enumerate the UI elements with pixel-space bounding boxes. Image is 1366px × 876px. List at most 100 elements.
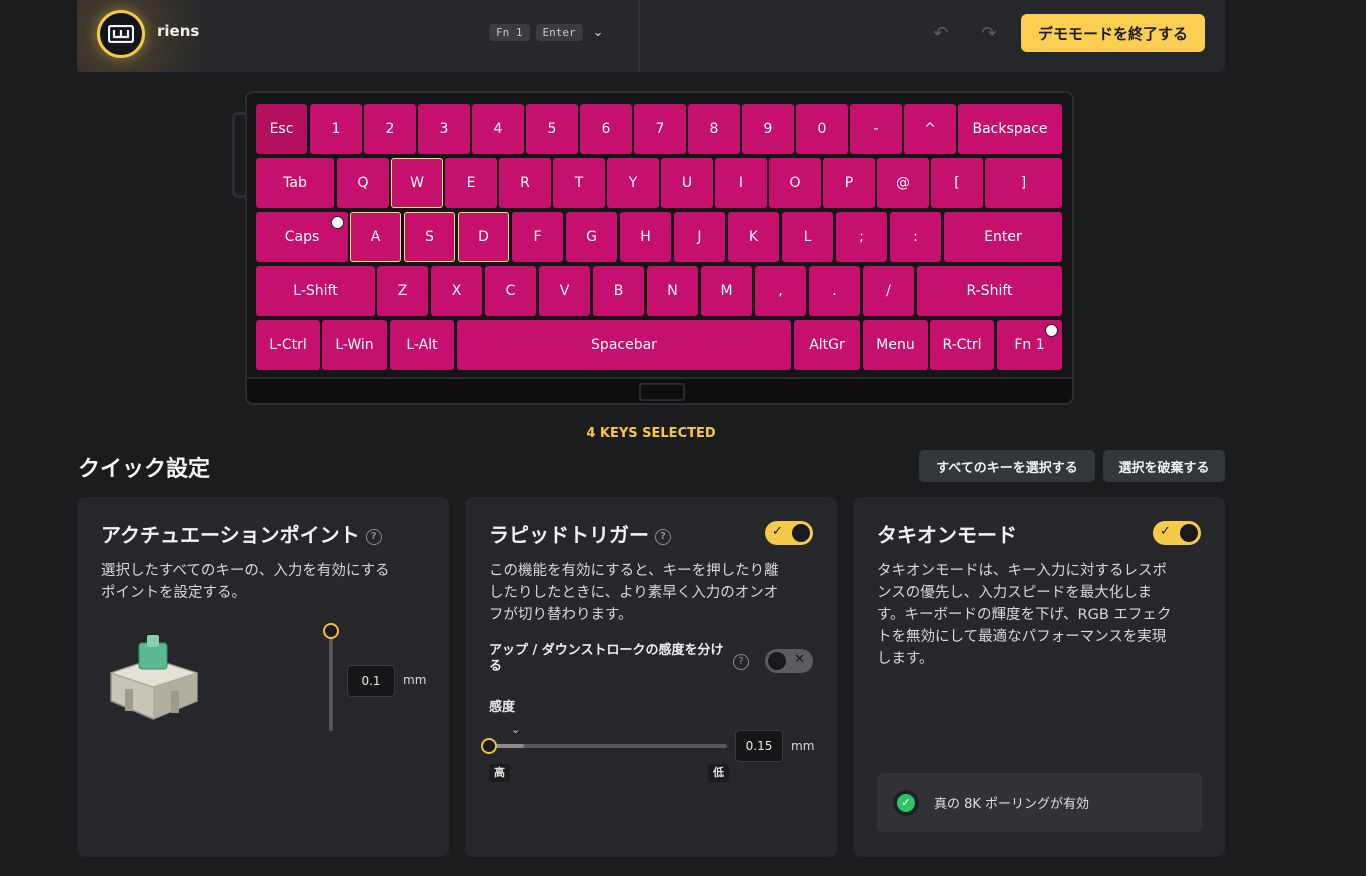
- key-8[interactable]: 8: [688, 104, 740, 154]
- key-p[interactable]: P: [823, 158, 875, 208]
- tachyon-desc-line: ンスの優先し、入力スピードを最大化しま: [877, 585, 1153, 601]
- key-6[interactable]: 6: [580, 104, 632, 154]
- key-z[interactable]: Z: [377, 266, 428, 316]
- split-sensitivity-toggle[interactable]: ✕: [765, 649, 813, 673]
- key-[interactable]: @: [877, 158, 929, 208]
- exit-demo-button[interactable]: デモモードを終了する: [1021, 14, 1205, 52]
- key-[interactable]: :: [890, 212, 941, 262]
- key-v[interactable]: V: [539, 266, 590, 316]
- actuation-unit: mm: [403, 673, 427, 687]
- key-[interactable]: ^: [904, 104, 956, 154]
- actuation-value-input[interactable]: [347, 665, 395, 697]
- tachyon-desc-line: トを無効にして最適なパフォーマンスを実現: [877, 629, 1167, 645]
- key-l[interactable]: L: [782, 212, 833, 262]
- rapid-trigger-toggle[interactable]: ✓: [765, 521, 813, 545]
- key-n[interactable]: N: [647, 266, 698, 316]
- key-a[interactable]: A: [350, 212, 401, 262]
- key-esc[interactable]: Esc: [256, 104, 307, 154]
- tachyon-desc-line: す。キーボードの輝度を下げ、RGB エフェク: [877, 607, 1172, 623]
- key-backspace[interactable]: Backspace: [958, 104, 1062, 154]
- key-menu[interactable]: Menu: [863, 320, 928, 370]
- key-m[interactable]: M: [701, 266, 752, 316]
- key-3[interactable]: 3: [418, 104, 470, 154]
- key-l-shift[interactable]: L-Shift: [256, 266, 375, 316]
- sensitivity-slider-handle[interactable]: [481, 738, 497, 754]
- rapid-trigger-desc-line: この機能を有効にすると、キーを押したり離: [489, 563, 779, 579]
- key-[interactable]: [: [931, 158, 983, 208]
- select-all-keys-button[interactable]: すべてのキーを選択する: [919, 450, 1095, 482]
- key-[interactable]: ,: [755, 266, 806, 316]
- key-[interactable]: ;: [836, 212, 887, 262]
- key-indicator-dot: [331, 216, 344, 229]
- key-i[interactable]: I: [715, 158, 767, 208]
- layer-selector[interactable]: Fn 1 Enter ⌄: [489, 24, 604, 41]
- key-7[interactable]: 7: [634, 104, 686, 154]
- key-r[interactable]: R: [499, 158, 551, 208]
- key-x[interactable]: X: [431, 266, 482, 316]
- sensitivity-slider[interactable]: [489, 744, 727, 748]
- key-[interactable]: ]: [985, 158, 1062, 208]
- toggle-knob: [1180, 524, 1198, 542]
- quick-settings-title: クイック設定: [78, 457, 211, 482]
- help-icon[interactable]: ?: [655, 528, 671, 545]
- polling-status-text: 真の 8K ポーリングが有効: [934, 797, 1090, 812]
- redo-icon[interactable]: ↷: [977, 22, 1001, 46]
- sensitivity-value-input[interactable]: [735, 730, 783, 762]
- key-k[interactable]: K: [728, 212, 779, 262]
- key-2[interactable]: 2: [364, 104, 416, 154]
- sensitivity-high-label: 高: [489, 764, 510, 782]
- key-c[interactable]: C: [485, 266, 536, 316]
- key-altgr[interactable]: AltGr: [794, 320, 860, 370]
- key-tab[interactable]: Tab: [256, 158, 334, 208]
- key-[interactable]: .: [809, 266, 860, 316]
- actuation-title: アクチュエーションポイント?: [101, 519, 382, 548]
- actuation-slider[interactable]: [329, 631, 333, 731]
- help-icon[interactable]: ?: [365, 528, 382, 545]
- chevron-down-icon[interactable]: ⌄: [593, 25, 604, 40]
- key-w[interactable]: W: [391, 158, 443, 208]
- key-q[interactable]: Q: [337, 158, 389, 208]
- key-l-ctrl[interactable]: L-Ctrl: [256, 320, 320, 370]
- key-d[interactable]: D: [458, 212, 509, 262]
- rapid-trigger-title-text: ラピッドトリガー: [489, 523, 649, 547]
- key-t[interactable]: T: [553, 158, 605, 208]
- keyboard-base: [247, 377, 1072, 403]
- key-l-win[interactable]: L-Win: [322, 320, 387, 370]
- key-spacebar[interactable]: Spacebar: [457, 320, 791, 370]
- key-j[interactable]: J: [674, 212, 725, 262]
- key-s[interactable]: S: [404, 212, 455, 262]
- check-icon: ✓: [772, 524, 783, 539]
- key-0[interactable]: 0: [796, 104, 848, 154]
- device-name: riens: [157, 22, 200, 40]
- rapid-trigger-card: ラピッドトリガー? ✓ この機能を有効にすると、キーを押したり離 したりしたとき…: [465, 497, 837, 857]
- key-l-alt[interactable]: L-Alt: [390, 320, 454, 370]
- help-icon[interactable]: ?: [733, 654, 749, 670]
- actuation-slider-handle[interactable]: [323, 623, 339, 639]
- actuation-card: アクチュエーションポイント? 選択したすべてのキーの、入力を有効にする ポイント…: [77, 497, 449, 857]
- deselect-button[interactable]: 選択を破棄する: [1103, 450, 1225, 482]
- key-chip: Enter: [535, 24, 583, 41]
- key-u[interactable]: U: [661, 158, 713, 208]
- key-h[interactable]: H: [620, 212, 671, 262]
- rapid-trigger-title: ラピッドトリガー?: [489, 519, 671, 548]
- chevron-down-icon: ⌄: [511, 723, 521, 736]
- key-y[interactable]: Y: [607, 158, 659, 208]
- key-4[interactable]: 4: [472, 104, 524, 154]
- key-g[interactable]: G: [566, 212, 617, 262]
- key-[interactable]: /: [863, 266, 914, 316]
- key-5[interactable]: 5: [526, 104, 578, 154]
- tachyon-card: タキオンモード ✓ タキオンモードは、キー入力に対するレスポ ンスの優先し、入力…: [853, 497, 1225, 857]
- key-r-ctrl[interactable]: R-Ctrl: [930, 320, 994, 370]
- key-r-shift[interactable]: R-Shift: [917, 266, 1062, 316]
- key-f[interactable]: F: [512, 212, 563, 262]
- key-enter[interactable]: Enter: [944, 212, 1062, 262]
- tachyon-toggle[interactable]: ✓: [1153, 521, 1201, 545]
- key-9[interactable]: 9: [742, 104, 794, 154]
- key-e[interactable]: E: [445, 158, 497, 208]
- wooting-logo-icon[interactable]: [97, 10, 145, 58]
- key-[interactable]: -: [850, 104, 902, 154]
- key-1[interactable]: 1: [310, 104, 362, 154]
- key-o[interactable]: O: [769, 158, 821, 208]
- undo-icon[interactable]: ↶: [929, 22, 953, 46]
- key-b[interactable]: B: [593, 266, 644, 316]
